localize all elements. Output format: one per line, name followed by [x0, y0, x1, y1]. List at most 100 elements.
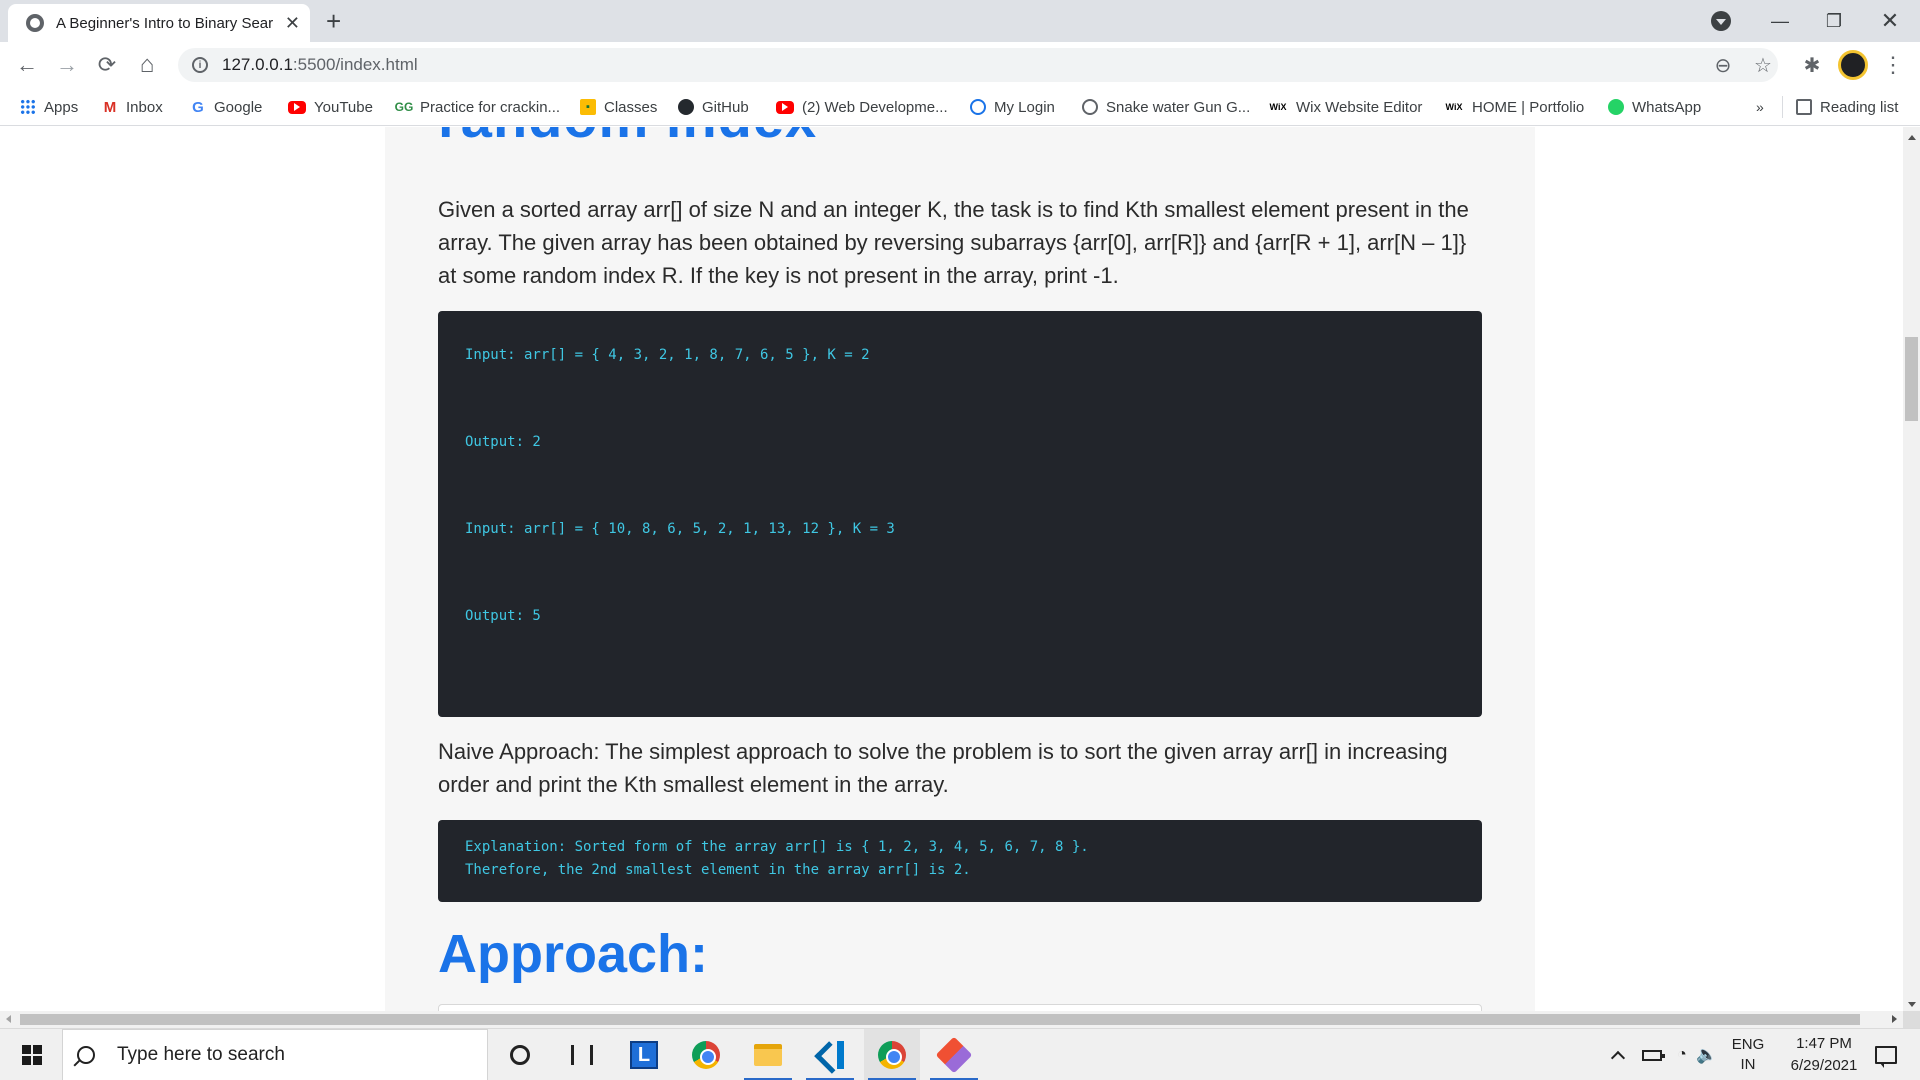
cortana-icon	[510, 1045, 530, 1065]
search-icon	[77, 1046, 95, 1064]
reading-list-icon	[1796, 99, 1812, 115]
vertical-scrollbar[interactable]	[1903, 127, 1920, 1015]
taskbar-app-l[interactable]: L	[616, 1029, 672, 1080]
reload-icon[interactable]: ⟳	[92, 50, 122, 80]
minimize-button[interactable]: —	[1752, 0, 1808, 42]
bookmark-wix-editor[interactable]: WiX Wix Website Editor	[1268, 96, 1423, 118]
youtube-icon	[288, 100, 306, 114]
cortana-button[interactable]	[492, 1029, 548, 1080]
horizontal-scrollbar[interactable]	[0, 1011, 1903, 1028]
github-icon	[678, 99, 694, 115]
battery-icon	[1642, 1049, 1665, 1061]
bookmark-google[interactable]: G Google	[190, 96, 262, 118]
l-app-icon: L	[630, 1041, 658, 1069]
system-clock[interactable]: 1:47 PM 6/29/2021	[1776, 1029, 1872, 1080]
zoom-icon[interactable]: ⊖	[1708, 50, 1738, 80]
volume-icon: 🔈	[1696, 1045, 1718, 1064]
gmail-icon: M	[103, 98, 117, 116]
forward-arrow-icon[interactable]: →	[52, 50, 82, 80]
google-icon: G	[192, 98, 204, 116]
home-icon[interactable]: ⌂	[132, 50, 162, 80]
scroll-up-arrow-icon[interactable]	[1908, 135, 1916, 140]
wifi-icon: ◔	[1677, 1046, 1687, 1063]
window-close-button[interactable]: ✕	[1862, 0, 1918, 42]
start-button[interactable]	[8, 1029, 56, 1080]
scroll-down-arrow-icon[interactable]	[1908, 1002, 1916, 1007]
extensions-puzzle-icon[interactable]: ✱	[1797, 50, 1827, 80]
browser-toolbar: ← → ⟳ ⌂ i 127.0.0.1:5500/index.html ⊖ ☆ …	[0, 42, 1920, 88]
site-info-icon[interactable]: i	[192, 57, 208, 73]
section-heading-partial: random index	[438, 127, 817, 150]
code-line: Explanation: Sorted form of the array ar…	[465, 839, 1089, 855]
bookmark-apps[interactable]: Apps	[20, 96, 78, 118]
bookmark-github[interactable]: GitHub	[678, 96, 749, 118]
explanation-code-block: Explanation: Sorted form of the array ar…	[438, 820, 1482, 902]
horizontal-scroll-thumb[interactable]	[20, 1014, 1860, 1025]
task-view-button[interactable]	[554, 1029, 610, 1080]
page-viewport: random index Given a sorted array arr[] …	[0, 127, 1903, 1015]
wix-icon: WiX	[1445, 102, 1463, 112]
bookmark-classes[interactable]: ▪ Classes	[580, 96, 657, 118]
search-placeholder: Type here to search	[117, 1044, 285, 1065]
reading-list-button[interactable]: Reading list	[1796, 96, 1898, 118]
bookmark-youtube[interactable]: YouTube	[288, 96, 373, 118]
volume-button[interactable]: 🔈	[1694, 1029, 1720, 1080]
profile-avatar[interactable]	[1838, 50, 1868, 80]
taskbar-app-vscode[interactable]	[802, 1029, 858, 1080]
code-line: Input: arr[] = { 4, 3, 2, 1, 8, 7, 6, 5 …	[465, 347, 870, 363]
restore-button[interactable]: ❐	[1806, 0, 1862, 42]
language-indicator[interactable]: ENG IN	[1726, 1029, 1770, 1080]
taskbar-app-chrome[interactable]	[678, 1029, 734, 1080]
tab-title: A Beginner's Intro to Binary Sear	[56, 14, 274, 32]
code-line: Output: 2	[465, 434, 541, 450]
language-code: ENG	[1731, 1036, 1765, 1053]
action-center-button[interactable]	[1866, 1029, 1906, 1080]
bookmarks-bar: Apps M Inbox G Google YouTube GG Practice f…	[0, 88, 1920, 126]
chrome-icon	[692, 1041, 720, 1069]
taskbar-search-box[interactable]: Type here to search	[62, 1029, 488, 1080]
bookmarks-overflow-button[interactable]: »	[1756, 96, 1764, 118]
battery-button[interactable]	[1640, 1029, 1665, 1080]
classroom-icon: ▪	[580, 99, 596, 115]
back-arrow-icon[interactable]: ←	[12, 50, 42, 80]
code-line: Input: arr[] = { 10, 8, 6, 5, 2, 1, 13, …	[465, 521, 895, 537]
problem-statement: Given a sorted array arr[] of size N and…	[438, 197, 1469, 288]
taskbar-app-file-explorer[interactable]	[740, 1029, 796, 1080]
vscode-icon	[816, 1041, 844, 1069]
chrome-icon	[878, 1041, 906, 1069]
globe-icon	[1082, 99, 1098, 115]
bookmark-gfg-practice[interactable]: GG Practice for crackin...	[394, 96, 560, 118]
bookmark-whatsapp[interactable]: WhatsApp	[1608, 96, 1701, 118]
taskbar-app-gitkraken[interactable]	[926, 1029, 982, 1080]
vertical-scroll-thumb[interactable]	[1905, 337, 1918, 421]
bookmark-web-development[interactable]: (2) Web Developme...	[776, 96, 948, 118]
bookmark-my-login[interactable]: My Login	[970, 96, 1055, 118]
tab-strip: A Beginner's Intro to Binary Sear ✕ + — …	[0, 0, 1920, 42]
chevron-up-icon	[1610, 1050, 1626, 1066]
notification-icon	[1875, 1046, 1897, 1068]
tab-search-icon[interactable]	[1711, 11, 1731, 31]
region-code: IN	[1740, 1056, 1756, 1073]
gfg-icon: GG	[394, 100, 414, 114]
scroll-right-arrow-icon[interactable]	[1892, 1015, 1897, 1023]
chrome-menu-icon[interactable]: ⋮	[1878, 50, 1908, 80]
gitkraken-icon	[935, 1036, 973, 1074]
bookmark-inbox[interactable]: M Inbox	[102, 96, 163, 118]
scroll-left-arrow-icon[interactable]	[6, 1015, 11, 1023]
bookmark-snake-water-gun[interactable]: Snake water Gun G...	[1082, 96, 1250, 118]
taskbar-app-chrome-active[interactable]	[864, 1029, 920, 1080]
wix-icon: WiX	[1269, 102, 1287, 112]
wifi-button[interactable]: ◔	[1670, 1029, 1694, 1080]
bookmark-star-icon[interactable]: ☆	[1748, 50, 1778, 80]
tray-overflow-button[interactable]	[1608, 1029, 1628, 1080]
code-line: Output: 5	[465, 608, 541, 624]
bookmark-portfolio[interactable]: WiX HOME | Portfolio	[1444, 96, 1585, 118]
file-explorer-icon	[754, 1044, 782, 1066]
address-bar[interactable]: i 127.0.0.1:5500/index.html	[178, 48, 1778, 82]
scrollbar-corner	[1903, 1011, 1920, 1028]
tab-close-icon[interactable]: ✕	[285, 14, 300, 32]
new-tab-button[interactable]: +	[326, 6, 341, 36]
clock-date: 6/29/2021	[1790, 1057, 1858, 1074]
page-favicon-icon	[26, 14, 44, 32]
browser-tab-active[interactable]: A Beginner's Intro to Binary Sear ✕	[8, 4, 310, 42]
